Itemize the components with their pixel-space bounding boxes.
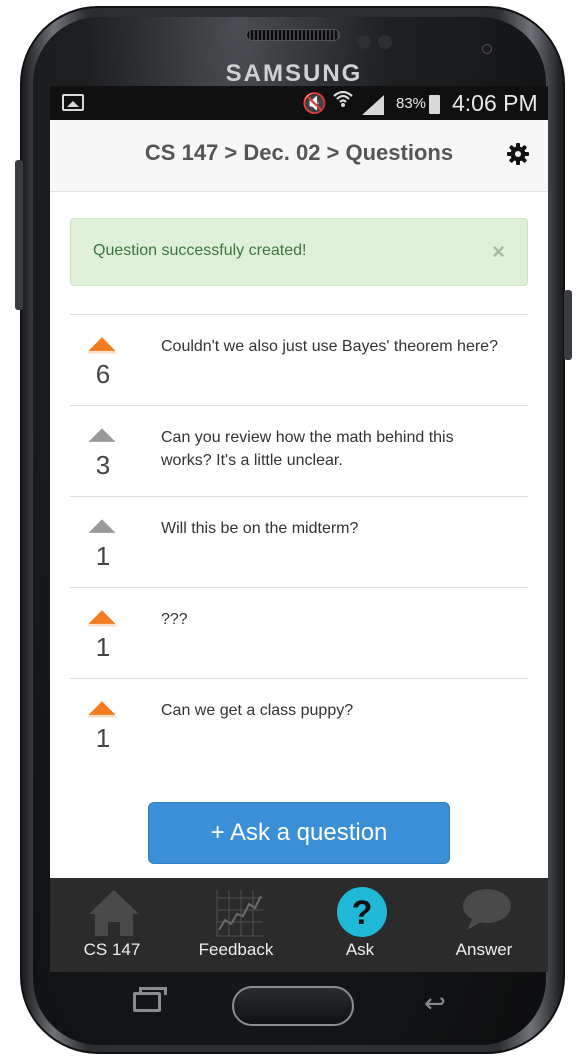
- upvote-icon[interactable]: [84, 607, 120, 629]
- success-alert: Question successfuly created! ×: [70, 218, 528, 286]
- question-list: 6 Couldn't we also just use Bayes' theor…: [70, 314, 528, 770]
- mute-icon: 🔇: [302, 93, 327, 115]
- question-text: Will this be on the midterm?: [161, 520, 359, 537]
- question-row: 6 Couldn't we also just use Bayes' theor…: [70, 315, 528, 406]
- vote-count: 6: [95, 359, 111, 389]
- alert-message: Question successfuly created!: [93, 242, 307, 259]
- app-header: CS 147 > Dec. 02 > Questions: [50, 120, 548, 192]
- back-icon[interactable]: ↩: [424, 988, 446, 1019]
- question-text: Couldn't we also just use Bayes' theorem…: [161, 338, 498, 355]
- close-icon[interactable]: ×: [492, 239, 505, 265]
- wifi-icon: [332, 88, 354, 116]
- status-time: 4:06 PM: [452, 90, 538, 116]
- upvote-icon[interactable]: [84, 425, 120, 447]
- question-row: 1 Will this be on the midterm?: [70, 497, 528, 588]
- question-text: Can we get a class puppy?: [161, 702, 354, 719]
- proximity-sensor: [357, 35, 371, 49]
- question-row: 1 ???: [70, 588, 528, 679]
- image-notification-icon: [62, 94, 84, 111]
- tab-cs147[interactable]: CS 147: [50, 878, 174, 972]
- app-screen: 🔇 83% 4:06 PM CS 147 > Dec. 02 > Questio…: [50, 86, 548, 972]
- tab-ask[interactable]: ? Ask: [298, 878, 422, 972]
- recent-apps-icon[interactable]: [133, 987, 167, 1012]
- question-row: 1 Can we get a class puppy?: [70, 679, 528, 770]
- tab-label: Ask: [345, 940, 375, 959]
- speech-bubble-icon: [459, 886, 513, 938]
- question-icon: ?: [335, 886, 389, 938]
- signal-icon: [362, 95, 384, 115]
- battery-icon: [429, 95, 440, 114]
- upvote-icon[interactable]: [84, 698, 120, 720]
- earpiece-speaker: [246, 29, 340, 41]
- tab-answer[interactable]: Answer: [422, 878, 546, 972]
- battery-percent: 83%: [396, 95, 427, 112]
- tab-label: CS 147: [83, 940, 141, 959]
- vote-count: 1: [95, 632, 111, 662]
- brand-logo: SAMSUNG: [225, 60, 363, 87]
- bottom-tab-bar: CS 147 Feedback ? Ask Answer: [50, 878, 548, 972]
- vote-count: 3: [95, 450, 111, 480]
- question-row: 3 Can you review how the math behind thi…: [70, 406, 528, 497]
- volume-button: [15, 160, 23, 310]
- breadcrumb: CS 147 > Dec. 02 > Questions: [144, 140, 454, 165]
- tab-feedback[interactable]: Feedback: [174, 878, 298, 972]
- ask-question-button[interactable]: + Ask a question: [148, 802, 450, 864]
- svg-text:?: ?: [352, 894, 373, 932]
- gear-icon[interactable]: [506, 142, 530, 166]
- vote-count: 1: [95, 541, 111, 571]
- question-text: Can you review how the math behind this …: [161, 429, 454, 469]
- vote-count: 1: [95, 723, 111, 753]
- home-button[interactable]: [232, 986, 354, 1026]
- light-sensor: [378, 35, 392, 49]
- status-bar: 🔇 83% 4:06 PM: [50, 86, 548, 120]
- upvote-icon[interactable]: [84, 516, 120, 538]
- chart-icon: [211, 886, 265, 938]
- front-camera: [482, 44, 492, 54]
- upvote-icon[interactable]: [84, 334, 120, 356]
- tab-label: Feedback: [198, 940, 274, 959]
- home-icon: [87, 886, 141, 938]
- power-button: [564, 290, 572, 360]
- tab-label: Answer: [455, 940, 513, 959]
- question-text: ???: [161, 611, 188, 628]
